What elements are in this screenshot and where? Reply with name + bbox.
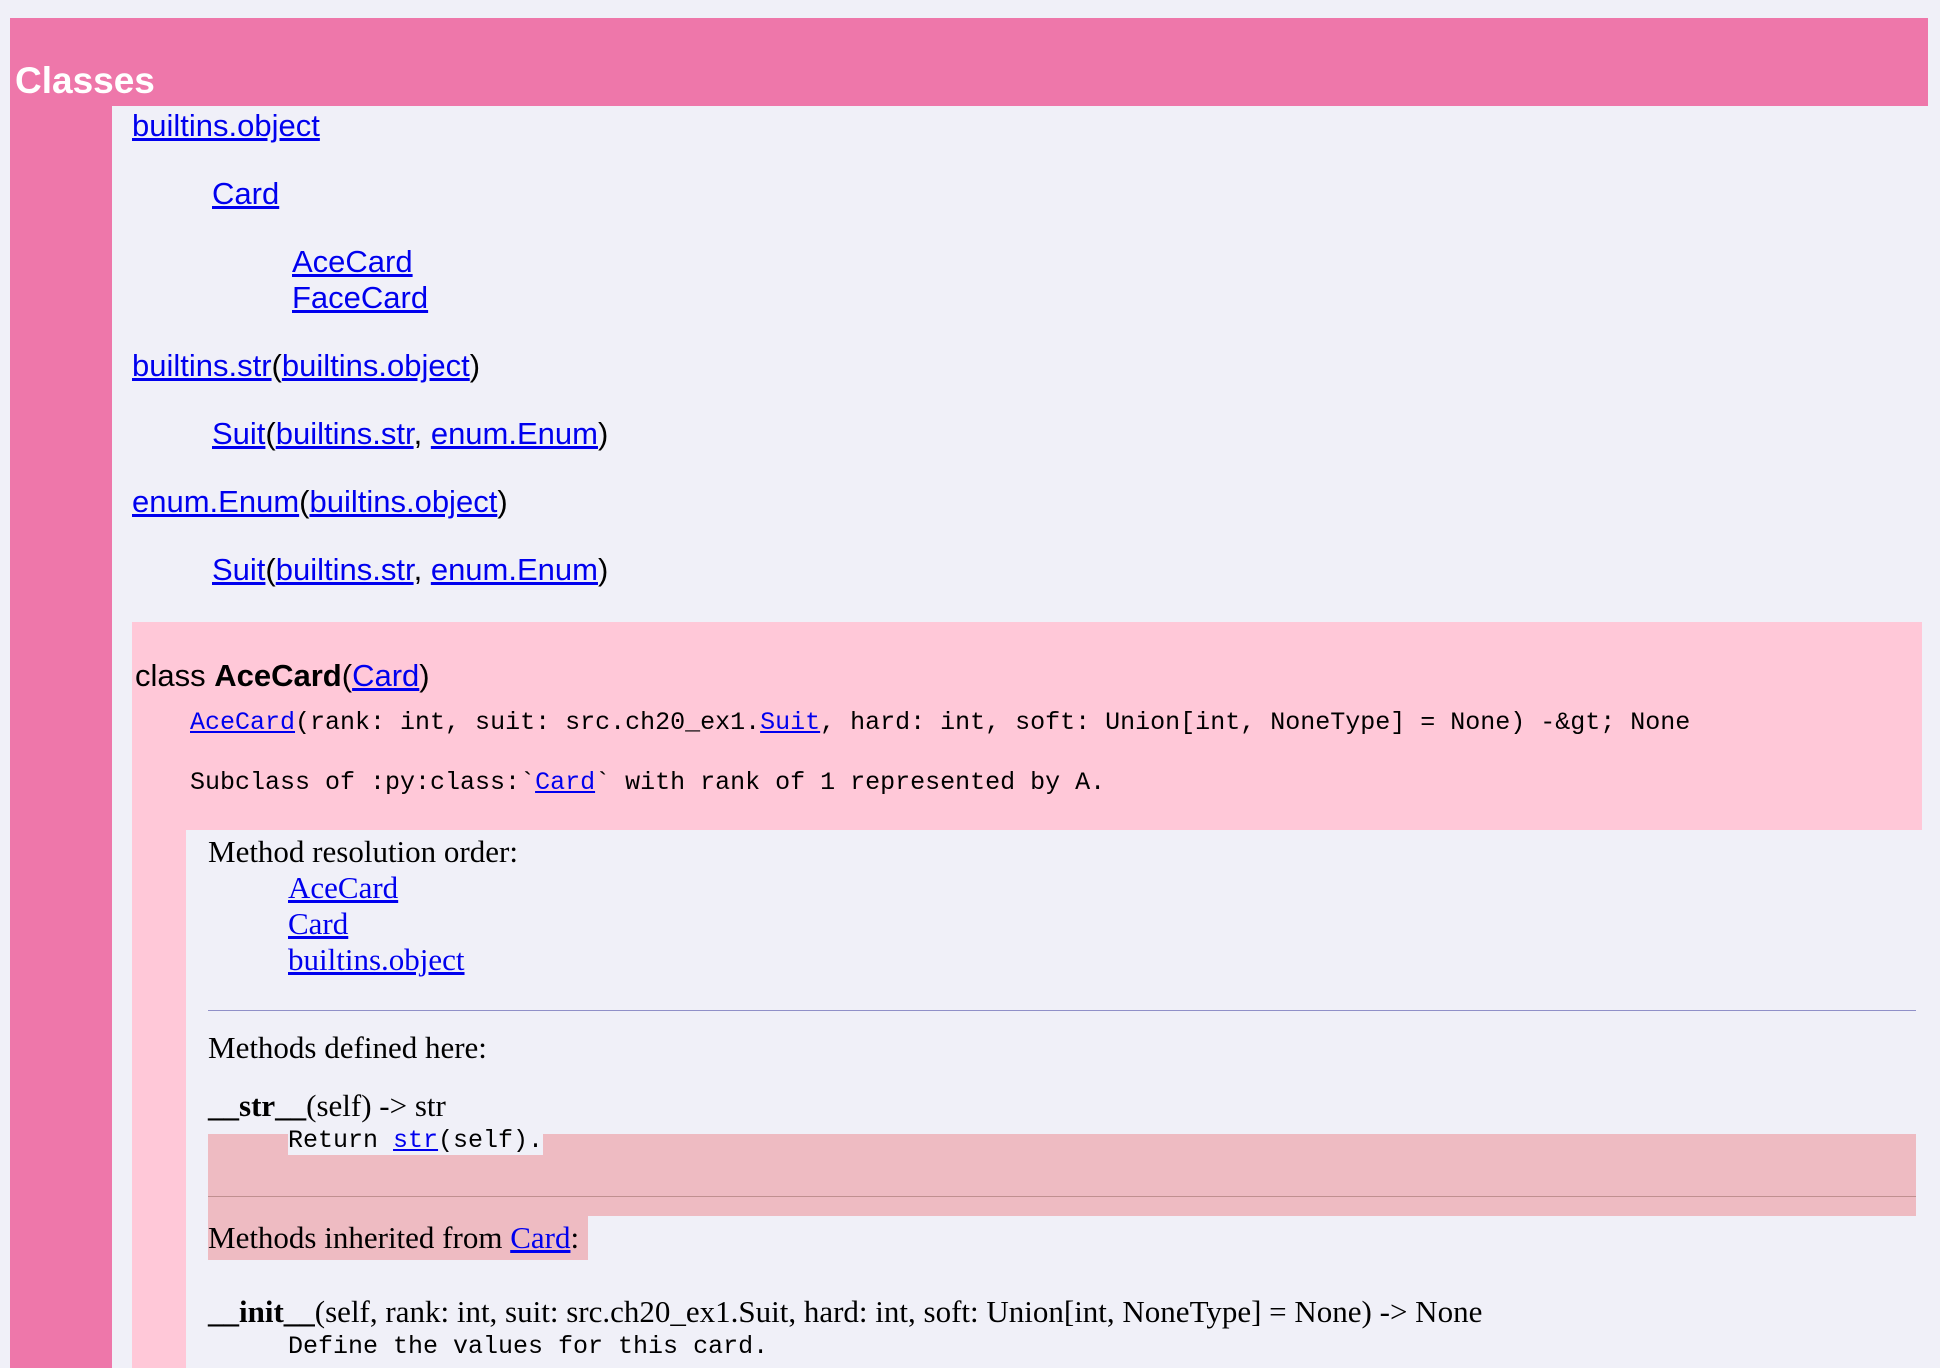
mro-item: builtins.object bbox=[288, 942, 465, 978]
link-builtins-str[interactable]: builtins.str bbox=[276, 552, 414, 587]
mro-item: AceCard bbox=[288, 870, 398, 906]
docstring-text: Subclass of :py:class:` bbox=[190, 768, 536, 797]
paren-open: ( bbox=[299, 484, 310, 519]
separator: , bbox=[413, 416, 431, 451]
paren-open: ( bbox=[265, 552, 276, 587]
method-str-doc: Return str(self). bbox=[288, 1126, 544, 1155]
divider bbox=[208, 1196, 1916, 1197]
link-suit[interactable]: Suit bbox=[212, 416, 265, 451]
section-header: Classes bbox=[10, 18, 1928, 106]
link-builtins-object[interactable]: builtins.object bbox=[282, 348, 470, 383]
link-acecard[interactable]: AceCard bbox=[190, 708, 295, 737]
class-heading: class AceCard(Card) bbox=[135, 658, 430, 694]
link-facecard[interactable]: FaceCard bbox=[292, 280, 428, 315]
link-suit[interactable]: Suit bbox=[212, 552, 265, 587]
tree-row-builtins-str: builtins.str(builtins.object) bbox=[132, 348, 480, 384]
paren-close: ) bbox=[469, 348, 481, 383]
mro-label: Method resolution order: bbox=[208, 834, 518, 869]
class-keyword: class bbox=[135, 658, 215, 693]
methods-defined-label: Methods defined here: bbox=[208, 1030, 487, 1065]
paren-close: ) bbox=[597, 552, 609, 587]
paren-close: ) bbox=[597, 416, 609, 451]
docstring-text: ` with rank of 1 represented by A. bbox=[595, 768, 1106, 797]
method-str: __str__(self) -> str bbox=[208, 1088, 446, 1124]
tree-row-card: Card bbox=[212, 176, 279, 212]
paren-open: ( bbox=[341, 658, 353, 693]
link-builtins-object[interactable]: builtins.object bbox=[309, 484, 497, 519]
link-enum-enum[interactable]: enum.Enum bbox=[431, 416, 598, 451]
tree-row-acecard: AceCard bbox=[292, 244, 413, 280]
class-block-acecard: class AceCard(Card) AceCard(rank: int, s… bbox=[132, 622, 1922, 1368]
link-acecard[interactable]: AceCard bbox=[288, 870, 398, 905]
methods-inherited-label: Methods inherited from Card: bbox=[208, 1220, 579, 1256]
link-enum-enum[interactable]: enum.Enum bbox=[431, 552, 598, 587]
divider bbox=[208, 1010, 1916, 1011]
method-doc-text: Return bbox=[288, 1126, 394, 1155]
class-name: AceCard bbox=[214, 658, 342, 693]
method-args: (self, rank: int, suit: src.ch20_ex1.Sui… bbox=[314, 1294, 1483, 1329]
link-str[interactable]: str bbox=[393, 1126, 438, 1155]
class-docstring: Subclass of :py:class:`Card` with rank o… bbox=[190, 768, 1105, 797]
link-suit[interactable]: Suit bbox=[760, 708, 820, 737]
tree-row-suit: Suit(builtins.str, enum.Enum) bbox=[212, 416, 608, 452]
link-card[interactable]: Card bbox=[352, 658, 419, 693]
tree-row-builtins-object: builtins.object bbox=[132, 108, 320, 144]
method-name: __str__ bbox=[208, 1088, 307, 1123]
link-enum-enum[interactable]: enum.Enum bbox=[132, 484, 299, 519]
signature-text: , hard: int, soft: Union[int, NoneType] … bbox=[820, 708, 1691, 737]
link-acecard[interactable]: AceCard bbox=[292, 244, 413, 279]
separator: , bbox=[413, 552, 431, 587]
inherited-colon: : bbox=[570, 1220, 580, 1255]
link-builtins-object[interactable]: builtins.object bbox=[288, 942, 465, 977]
paren-open: ( bbox=[271, 348, 282, 383]
paren-open: ( bbox=[265, 416, 276, 451]
link-card[interactable]: Card bbox=[535, 768, 595, 797]
inherited-text: Methods inherited from bbox=[208, 1220, 511, 1255]
method-init-doc: Define the values for this card. bbox=[288, 1332, 769, 1361]
class-signature: AceCard(rank: int, suit: src.ch20_ex1.Su… bbox=[190, 708, 1690, 737]
method-args: (self) -> str bbox=[306, 1088, 446, 1123]
method-init: __init__(self, rank: int, suit: src.ch20… bbox=[208, 1294, 1482, 1330]
link-card[interactable]: Card bbox=[212, 176, 279, 211]
signature-text: (rank: int, suit: src.ch20_ex1. bbox=[295, 708, 761, 737]
tree-row-suit: Suit(builtins.str, enum.Enum) bbox=[212, 552, 608, 588]
mro-item: Card bbox=[288, 906, 348, 942]
method-name: __init__ bbox=[208, 1294, 315, 1329]
section-title: Classes bbox=[15, 60, 155, 101]
paren-close: ) bbox=[419, 658, 430, 693]
link-card[interactable]: Card bbox=[288, 906, 348, 941]
class-body: Method resolution order: AceCard Card bu… bbox=[186, 830, 1922, 1368]
paren-close: ) bbox=[497, 484, 508, 519]
tree-row-enum-enum: enum.Enum(builtins.object) bbox=[132, 484, 508, 520]
link-card[interactable]: Card bbox=[510, 1220, 570, 1255]
tree-row-facecard: FaceCard bbox=[292, 280, 428, 316]
link-builtins-str[interactable]: builtins.str bbox=[132, 348, 272, 383]
link-builtins-str[interactable]: builtins.str bbox=[276, 416, 414, 451]
section-gutter bbox=[10, 106, 112, 1368]
method-doc-text: (self). bbox=[438, 1126, 544, 1155]
link-builtins-object[interactable]: builtins.object bbox=[132, 108, 320, 143]
